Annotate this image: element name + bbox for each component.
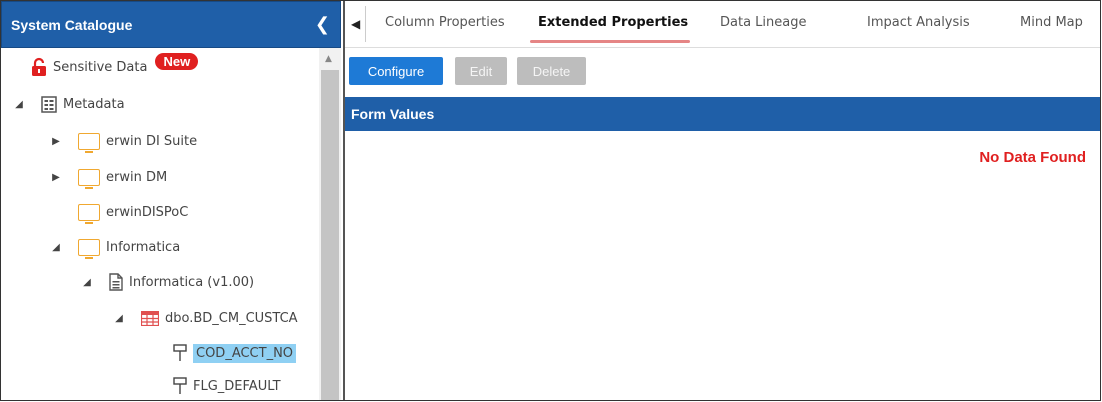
system-catalogue-panel: System Catalogue ❮ Sensitive Data New ◢ … [1,1,343,400]
tree-item-table[interactable]: ◢ dbo.BD_CM_CUSTCA [113,303,298,333]
column-icon [173,377,187,395]
form-values-title: Form Values [351,106,435,122]
tab-extended-properties[interactable]: Extended Properties [538,15,688,30]
scrollbar-thumb[interactable] [321,70,339,400]
tree-item-label: dbo.BD_CM_CUSTCA [165,310,298,326]
tree-item-metadata[interactable]: ◢ Metadata [13,89,125,119]
tab-mind-map[interactable]: Mind Map [1020,15,1083,30]
expand-toggle-icon[interactable]: ▶ [50,136,62,147]
tree-item-label: erwin DM [106,169,168,185]
catalogue-tree: Sensitive Data New ◢ Metadata ▶ erwin DI… [1,48,319,400]
system-icon [78,132,100,153]
collapse-panel-icon[interactable]: ❮ [315,14,330,35]
delete-button[interactable]: Delete [517,57,586,85]
tree-item-erwin-di-suite[interactable]: ▶ erwin DI Suite [50,126,197,156]
collapse-toggle-icon[interactable]: ◢ [13,99,25,110]
catalogue-title: System Catalogue [11,17,133,33]
system-icon [78,238,100,259]
tree-item-label: COD_ACCT_NO [193,343,297,363]
tab-impact-analysis[interactable]: Impact Analysis [867,15,970,30]
details-panel: ◀ Column Properties Extended Properties … [345,1,1100,400]
metadata-icon [41,95,57,113]
tree-item-label: Informatica [106,239,181,255]
tree-item-label: erwinDISPoC [106,204,189,220]
edit-button[interactable]: Edit [455,57,507,85]
tree-item-flg-default[interactable]: FLG_DEFAULT [173,371,281,400]
table-icon [141,310,159,326]
form-values-header: Form Values [345,97,1100,131]
collapse-toggle-icon[interactable]: ◢ [113,313,125,324]
system-icon [78,168,100,189]
tree-item-label: erwin DI Suite [106,133,198,149]
expand-toggle-icon[interactable]: ▶ [50,172,62,183]
new-badge: New [155,52,199,70]
tab-column-properties[interactable]: Column Properties [385,15,505,30]
collapse-toggle-icon[interactable]: ◢ [50,242,62,253]
tab-bar: ◀ Column Properties Extended Properties … [345,1,1100,48]
tree-item-cod-acct-no[interactable]: COD_ACCT_NO [173,338,297,368]
tree-item-sensitive-data[interactable]: Sensitive Data New [31,52,199,82]
empty-state-message: No Data Found [979,149,1086,166]
scroll-up-icon[interactable]: ▲ [325,54,332,64]
tab-data-lineage[interactable]: Data Lineage [720,15,806,30]
tree-item-informatica[interactable]: ◢ Informatica [50,232,180,262]
tab-scroll-left-icon[interactable]: ◀ [351,17,360,31]
system-icon [78,203,100,224]
tree-item-erwindispoc[interactable]: erwinDISPoC [78,197,188,227]
tree-item-informatica-v1[interactable]: ◢ Informatica (v1.00) [81,267,254,297]
collapse-toggle-icon[interactable]: ◢ [81,277,93,288]
tree-item-erwin-dm[interactable]: ▶ erwin DM [50,162,167,192]
column-icon [173,344,187,362]
active-tab-indicator [530,40,690,43]
configure-button[interactable]: Configure [349,57,443,85]
tree-item-label: FLG_DEFAULT [193,378,281,394]
tree-scrollbar[interactable]: ▲ [319,48,341,400]
catalogue-header: System Catalogue ❮ [1,1,341,48]
tree-item-label: Sensitive Data [53,59,148,75]
tab-separator [365,6,366,42]
tree-item-label: Metadata [63,96,125,112]
lock-icon [31,57,47,77]
tree-item-label: Informatica (v1.00) [129,274,255,290]
environment-icon [109,273,123,291]
